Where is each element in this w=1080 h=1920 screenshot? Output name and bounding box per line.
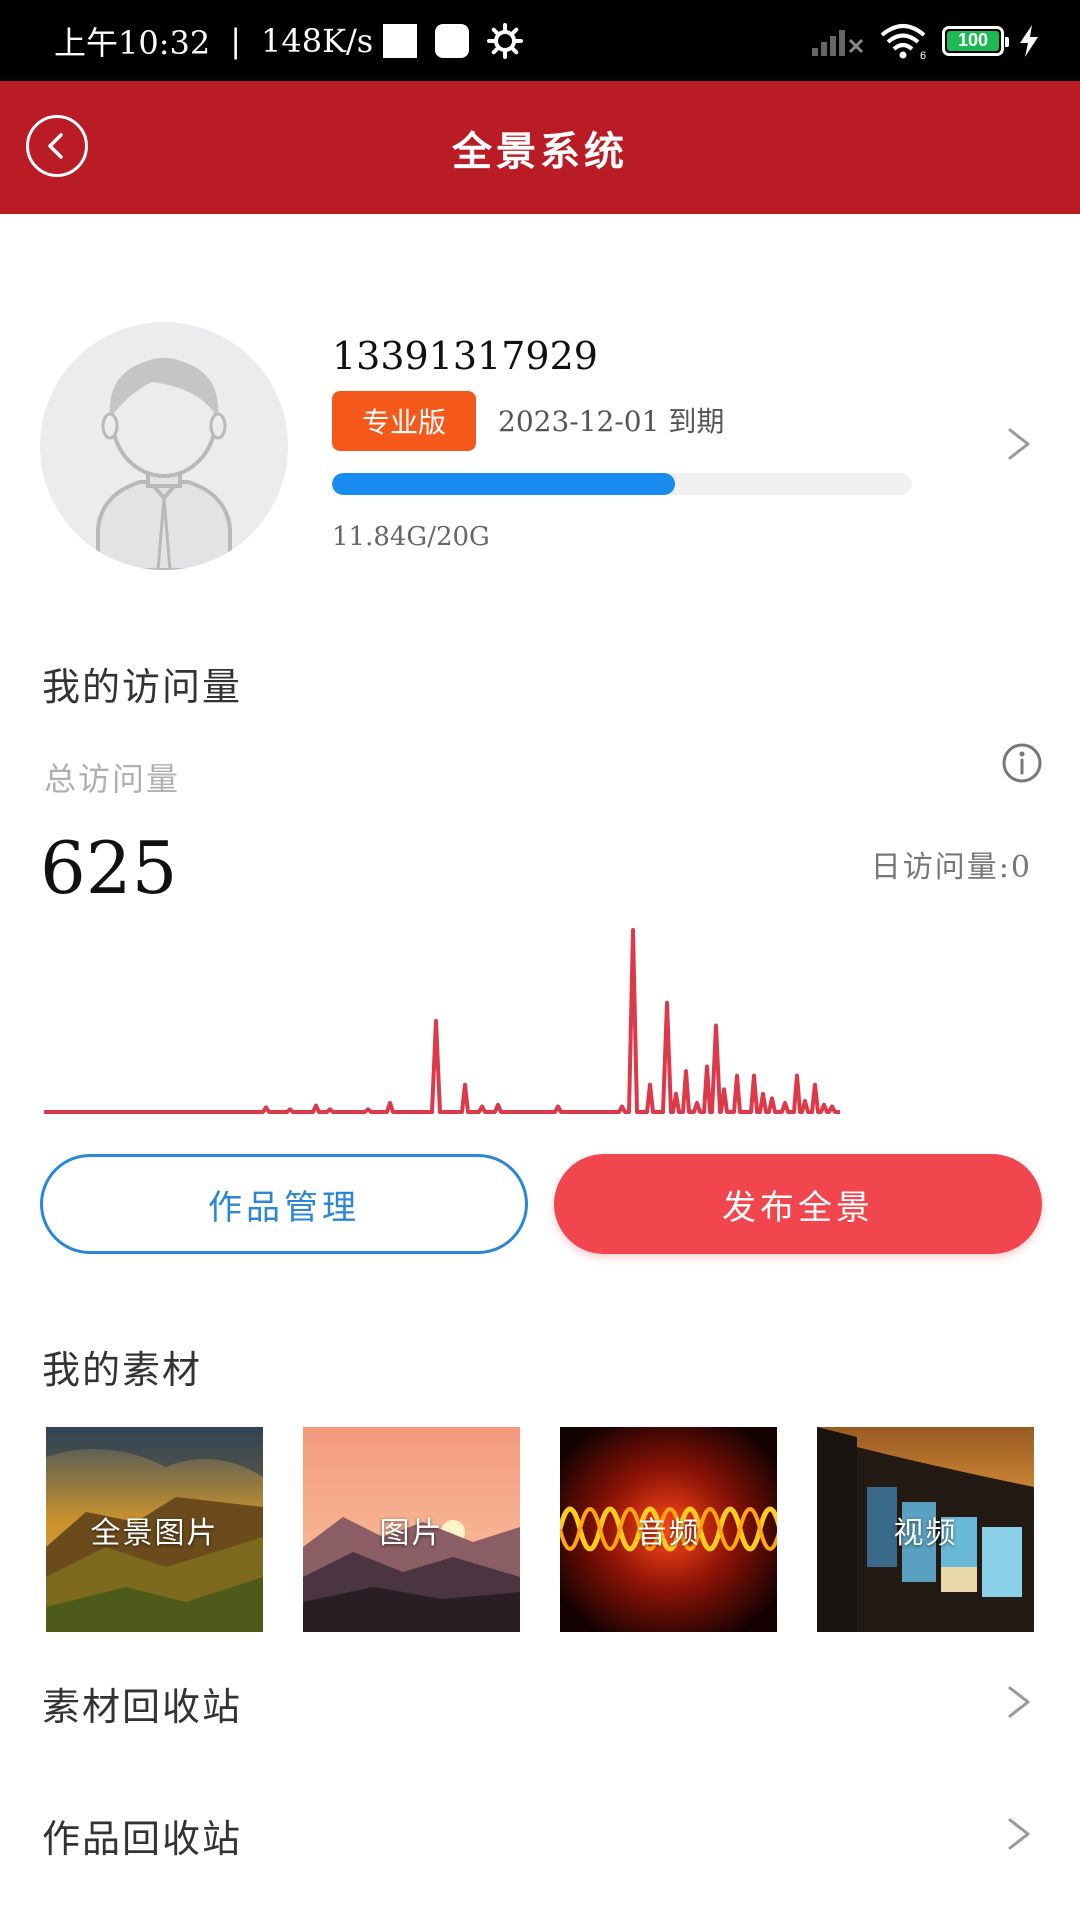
back-button[interactable]	[26, 115, 88, 177]
visits-series-line	[44, 928, 840, 1114]
page-title: 全景系统	[452, 127, 628, 175]
gear-icon	[487, 22, 524, 59]
storage-progress-bar	[332, 473, 912, 495]
material-image-label: 图片	[379, 1515, 444, 1551]
work-recycle-label: 作品回收站	[42, 1817, 243, 1861]
material-audio-label: 音频	[636, 1515, 701, 1551]
status-bar: 上午10:32 | 148K/s 6 100	[0, 0, 1080, 81]
app-header: 全景系统	[0, 81, 1080, 214]
materials-section-title: 我的素材	[42, 1348, 203, 1392]
visits-line-chart	[44, 928, 840, 1114]
charging-bolt-icon	[1020, 24, 1038, 57]
work-recycle-row[interactable]: 作品回收站	[0, 1772, 1080, 1892]
plan-expiry: 2023-12-01 到期	[498, 405, 725, 438]
profile-chevron-right-icon[interactable]	[1004, 424, 1034, 464]
avatar[interactable]	[40, 322, 288, 570]
status-separator: |	[230, 21, 242, 60]
battery-level: 100	[957, 30, 989, 50]
battery-icon: 100	[942, 25, 1009, 56]
chevron-right-icon	[1008, 1818, 1030, 1850]
chevron-right-icon	[1008, 1686, 1030, 1718]
status-left: 上午10:32 | 148K/s	[54, 0, 524, 81]
visits-section-title: 我的访问量	[42, 665, 243, 709]
cellular-signal-icon	[812, 29, 864, 56]
default-avatar-icon	[96, 358, 232, 570]
material-panorama-label: 全景图片	[90, 1515, 219, 1551]
wifi-icon: 6	[880, 23, 926, 59]
status-time: 上午10:32	[54, 23, 211, 62]
chevron-left-icon	[48, 133, 63, 159]
total-visits-value: 625	[40, 826, 178, 910]
notification-square-icon	[383, 23, 418, 58]
info-icon[interactable]	[1000, 741, 1044, 785]
material-video-tile[interactable]: 视频	[817, 1427, 1034, 1632]
status-speed: 148K/s	[261, 21, 374, 60]
daily-visits: 日访问量:0	[870, 850, 1032, 885]
material-audio-tile[interactable]: 音频	[560, 1427, 777, 1632]
status-right: 6 100	[812, 0, 1040, 81]
account-phone: 13391317929	[332, 334, 598, 378]
storage-usage-text: 11.84G/20G	[332, 522, 490, 552]
total-visits-label: 总访问量	[44, 760, 181, 798]
app-root: 上午10:32 | 148K/s 6 100 全景系统 13391317929 …	[0, 0, 1080, 1920]
material-video-label: 视频	[893, 1515, 958, 1551]
storage-progress-fill	[332, 473, 676, 495]
notification-rounded-icon	[435, 23, 470, 58]
material-recycle-row[interactable]: 素材回收站	[0, 1640, 1080, 1760]
material-panorama-tile[interactable]: 全景图片	[46, 1427, 263, 1632]
publish-panorama-button[interactable]: 发布全景	[554, 1154, 1042, 1254]
manage-works-button[interactable]: 作品管理	[40, 1154, 528, 1254]
material-image-tile[interactable]: 图片	[303, 1427, 520, 1632]
material-recycle-label: 素材回收站	[42, 1685, 243, 1729]
plan-badge: 专业版	[332, 391, 476, 451]
svg-text:6: 6	[920, 50, 926, 59]
